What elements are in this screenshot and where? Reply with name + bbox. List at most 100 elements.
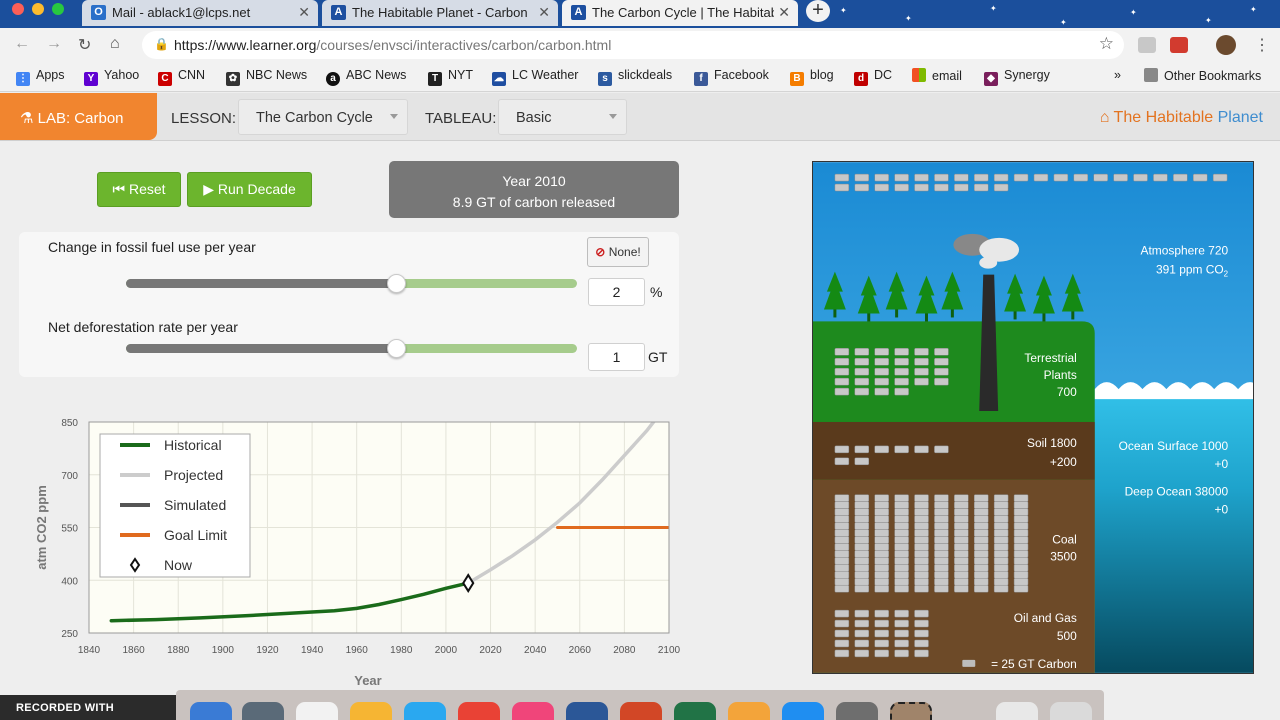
lesson-select[interactable]: The Carbon Cycle [238,99,408,135]
coal-carbon-block [1013,529,1029,537]
bookmark-nyt[interactable]: T NYT [428,68,473,86]
forward-arrow-icon[interactable]: → [46,35,62,53]
tree-trunk [924,313,928,322]
bookmark-yahoo[interactable]: Y Yahoo [84,68,139,86]
coal-carbon-block [894,529,909,537]
plant-carbon-block [914,348,929,356]
launchpad-icon[interactable] [242,702,284,720]
atmosphere-carbon-block [1173,173,1188,182]
photos-icon[interactable] [350,702,392,720]
bookmark-abc[interactable]: a ABC News [326,68,406,86]
coal-carbon-block [934,550,949,558]
home-icon[interactable]: ⌂ [110,35,120,53]
close-tab-icon[interactable]: ✕ [774,4,790,21]
profile-avatar[interactable] [1216,35,1236,55]
browser-tab-mail[interactable]: O Mail - ablack1@lcps.net ✕ [82,0,318,26]
extension-icon[interactable] [1170,37,1188,53]
music-icon[interactable] [512,702,554,720]
coal-carbon-block [934,578,949,586]
bookmark-lc-weather[interactable]: ☁ LC Weather [492,68,578,86]
close-tab-icon[interactable]: ✕ [298,4,310,21]
bookmark-star-icon[interactable]: ☆ [1099,34,1114,54]
browser-tab-carbon-cycle[interactable]: A The Carbon Cycle | The Habitable ✕ [562,0,798,26]
document-icon[interactable] [996,702,1038,720]
fossil-fuel-slider[interactable] [126,279,577,288]
coal-carbon-block [834,543,850,551]
atmosphere-carbon-block [1153,173,1168,182]
atmosphere-carbon-block [1193,173,1208,182]
bookmark-synergy[interactable]: ◆ Synergy [984,68,1050,86]
habitable-planet-link[interactable]: ⌂ The Habitable Planet [1100,109,1263,127]
new-tab-button[interactable]: + [806,0,830,22]
run-decade-button[interactable]: ▶ Run Decade [187,172,312,207]
powerpoint-icon[interactable] [620,702,662,720]
trash-icon[interactable] [1050,702,1092,720]
dc-icon: d [854,72,868,86]
plant-carbon-block [854,348,869,356]
deforestation-input[interactable]: 1 [588,343,645,371]
coal-carbon-block [874,584,889,593]
coal-carbon-block [914,501,929,509]
atmosphere-carbon-block [934,183,949,192]
bookmark-slickdeals[interactable]: s slickdeals [598,68,672,86]
bookmark-dc[interactable]: d DC [854,68,892,86]
plant-carbon-block [854,367,869,376]
bookmark-cnn[interactable]: C CNN [158,68,205,86]
slickdeals-icon: s [598,72,612,86]
coal-carbon-block [834,564,850,572]
chrome-icon[interactable] [458,702,500,720]
plant-carbon-block [874,387,889,396]
bookmark-email[interactable]: email [912,68,962,83]
plant-carbon-block [934,358,949,366]
excel-icon[interactable] [674,702,716,720]
more-bookmarks-chevron[interactable]: » [1114,68,1121,82]
plant-carbon-block [874,358,889,366]
word-icon[interactable] [566,702,608,720]
close-window-icon[interactable] [12,3,24,15]
minimize-window-icon[interactable] [32,3,44,15]
deforestation-slider-thumb[interactable] [386,339,406,358]
books-icon[interactable] [728,702,770,720]
finder-icon[interactable] [190,702,232,720]
coal-carbon-block [934,494,949,502]
tableau-select[interactable]: Basic [498,99,627,135]
calendar-icon[interactable] [296,702,338,720]
deforestation-slider[interactable] [126,344,577,353]
fossil-fuel-slider-thumb[interactable] [386,274,406,293]
bookmark-nbc[interactable]: ✿ NBC News [226,68,307,86]
recording-watermark: RECORDED WITH [0,695,178,720]
coal-carbon-block [934,515,949,523]
browser-tab-habitable-carbon[interactable]: A The Habitable Planet - Carbon ✕ [322,0,558,26]
back-arrow-icon[interactable]: ← [14,35,30,53]
bookmark-apps[interactable]: ⋮ Apps [16,68,65,86]
screenshot-icon[interactable] [890,702,932,720]
maximize-window-icon[interactable] [52,3,64,15]
coal-carbon-block [894,494,909,502]
bookmark-facebook[interactable]: f Facebook [694,68,769,86]
coal-carbon-block [974,571,989,579]
carbon-unit-legend: = 25 GT Carbon [991,657,1077,671]
app-store-icon[interactable] [782,702,824,720]
fossil-fuel-input[interactable]: 2 [588,278,645,306]
atmosphere-label: Atmosphere 720 [1141,244,1229,258]
y-tick-label: 850 [61,418,78,429]
atmosphere-carbon-block [993,173,1009,182]
address-bar[interactable]: 🔒 https://www.learner.org/courses/envsci… [142,31,1124,59]
none-button[interactable]: ⊘ None! [587,237,649,267]
bookmark-blog[interactable]: Bblog [790,68,834,86]
reload-icon[interactable]: ↻ [78,35,91,55]
lab-title-tab[interactable]: ⚗ LAB: Carbon [0,93,157,140]
atmosphere-carbon-block [874,183,889,192]
coal-carbon-block [934,522,949,530]
lesson-label: LESSON: [171,110,237,127]
x-tick-label: 1840 [78,645,101,656]
oil-gas-carbon-block [874,649,889,658]
safari-icon[interactable] [404,702,446,720]
menu-kebab-icon[interactable]: ⋮ [1254,35,1270,55]
reset-button[interactable]: ⏮ Reset [97,172,181,207]
coal-carbon-block [993,529,1009,537]
extension-icon[interactable] [1138,37,1156,53]
other-bookmarks[interactable]: Other Bookmarks [1144,68,1261,83]
close-tab-icon[interactable]: ✕ [534,4,550,21]
system-preferences-icon[interactable] [836,702,878,720]
